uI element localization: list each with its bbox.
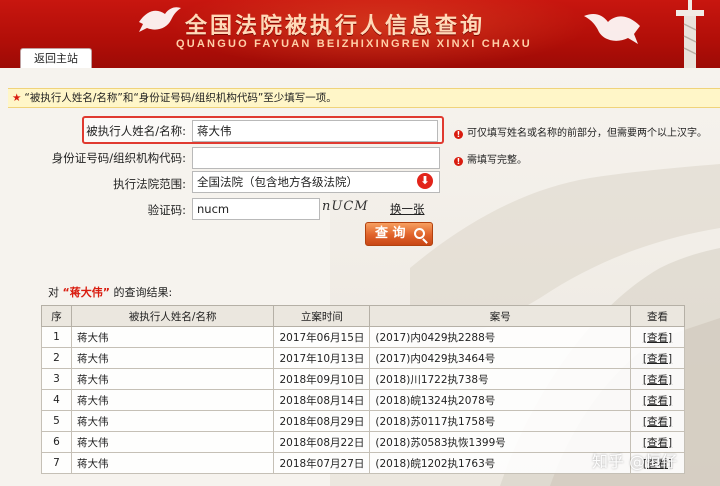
id-hint-text: 需填写完整。 [467,155,527,166]
row-date: 2017年10月13日 [273,347,371,369]
column-header: 序 [41,305,72,327]
view-link[interactable]: [查看] [643,353,672,365]
page-title: 全国法院被执行人信息查询 [185,13,486,39]
row-date: 2018年07月27日 [273,452,371,474]
caption-prefix: 对 [48,286,59,299]
row-date: 2017年06月15日 [273,326,371,348]
nav-tab-row: 返回主站 [0,48,720,68]
table-row: 2 蒋大伟 2017年10月13日 (2017)内0429执3464号 [查看] [41,347,685,369]
row-number: 2 [41,347,72,369]
table-row: 6 蒋大伟 2018年08月22日 (2018)苏0583执恢1399号 [查看… [41,431,685,453]
required-star-icon: ★ [12,92,22,104]
row-number: 7 [41,452,72,474]
caption-name: “蒋大伟” [62,286,110,299]
row-name: 蒋大伟 [70,410,275,432]
row-case-number: (2018)苏0117执1758号 [369,410,632,432]
name-hint: ! 可仅填写姓名或名称的前部分，但需要两个以上汉字。 [454,124,707,139]
query-button-label: 查 询 [375,226,406,241]
row-case-number: (2017)内0429执3464号 [369,347,632,369]
home-tab[interactable]: 返回主站 [20,48,92,68]
row-name: 蒋大伟 [70,452,275,474]
watermark: 知乎 @恒仔 [592,452,678,471]
view-link[interactable]: [查看] [643,395,672,407]
row-number: 1 [41,326,72,348]
dove-icon [584,14,640,44]
row-date: 2018年08月14日 [273,389,371,411]
site-header: 全国法院被执行人信息查询 QUANGUO FAYUAN BEIZHIXINGRE… [0,0,720,68]
table-row: 3 蒋大伟 2018年09月10日 (2018)川1722执738号 [查看] [41,368,685,390]
dove-icon [139,7,181,32]
view-link[interactable]: [查看] [643,332,672,344]
court-select[interactable]: 全国法院（包含地方各级法院） [192,171,440,193]
court-select-value: 全国法院（包含地方各级法院） [197,175,358,189]
refresh-captcha-link[interactable]: 换一张 [390,201,425,217]
results-caption: 对 “蒋大伟” 的查询结果: [48,284,172,300]
id-input[interactable] [192,147,440,169]
query-button[interactable]: 查 询 [365,222,433,246]
row-number: 4 [41,389,72,411]
table-header-row: 序 被执行人姓名/名称 立案时间 案号 查看 [41,305,685,327]
name-input[interactable] [192,120,438,142]
captcha-image: nUCM [322,199,369,214]
table-row: 4 蒋大伟 2018年08月14日 (2018)皖1324执2078号 [查看] [41,389,685,411]
name-hint-text: 可仅填写姓名或名称的前部分，但需要两个以上汉字。 [467,128,707,139]
table-row: 7 蒋大伟 2018年07月27日 (2018)皖1202执1763号 [查看] [41,452,685,474]
row-number: 5 [41,410,72,432]
view-link[interactable]: [查看] [643,437,672,449]
exclamation-icon: ! [454,157,463,166]
id-label: 身份证号码/组织机构代码: [51,151,186,165]
caption-suffix: 的查询结果: [113,286,173,299]
name-label: 被执行人姓名/名称: [86,124,186,138]
row-date: 2018年09月10日 [273,368,371,390]
view-link[interactable]: [查看] [643,416,672,428]
column-header: 立案时间 [273,305,371,327]
column-header: 被执行人姓名/名称 [70,305,275,327]
id-hint: ! 需填写完整。 [454,151,527,166]
row-name: 蒋大伟 [70,347,275,369]
captcha-input[interactable] [192,198,320,220]
row-date: 2018年08月22日 [273,431,371,453]
row-name: 蒋大伟 [70,368,275,390]
dropdown-arrow-icon[interactable]: ⬇ [417,173,433,189]
row-number: 6 [41,431,72,453]
notice-bar: ★ “被执行人姓名/名称”和“身份证号码/组织机构代码”至少填写一项。 [8,88,720,108]
court-label: 执行法院范围: [113,177,186,191]
table-row: 1 蒋大伟 2017年06月15日 (2017)内0429执2288号 [查看] [41,326,685,348]
magnifier-icon [414,228,425,239]
view-link[interactable]: [查看] [643,374,672,386]
row-date: 2018年08月29日 [273,410,371,432]
results-table: 序 被执行人姓名/名称 立案时间 案号 查看 1 蒋大伟 2017年06月15日… [41,305,685,474]
column-header: 查看 [630,305,685,327]
table-row: 5 蒋大伟 2018年08月29日 (2018)苏0117执1758号 [查看] [41,410,685,432]
captcha-label: 验证码: [147,203,186,217]
column-header: 案号 [369,305,632,327]
row-case-number: (2017)内0429执2288号 [369,326,632,348]
row-name: 蒋大伟 [70,389,275,411]
row-name: 蒋大伟 [70,326,275,348]
notice-text: “被执行人姓名/名称”和“身份证号码/组织机构代码”至少填写一项。 [24,92,337,104]
row-number: 3 [41,368,72,390]
row-name: 蒋大伟 [70,431,275,453]
exclamation-icon: ! [454,130,463,139]
row-case-number: (2018)川1722执738号 [369,368,632,390]
row-case-number: (2018)皖1324执2078号 [369,389,632,411]
